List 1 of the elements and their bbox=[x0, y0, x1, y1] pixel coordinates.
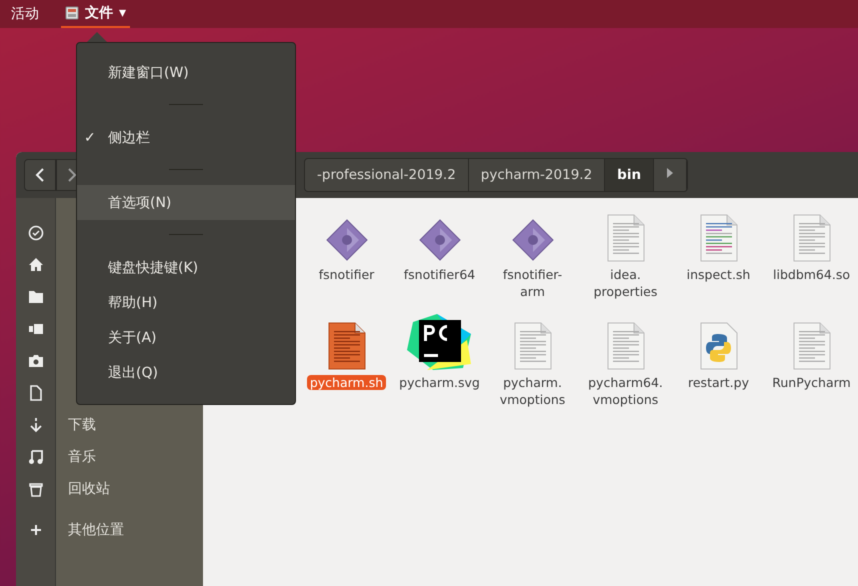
check-mark: ✓ bbox=[84, 130, 96, 146]
